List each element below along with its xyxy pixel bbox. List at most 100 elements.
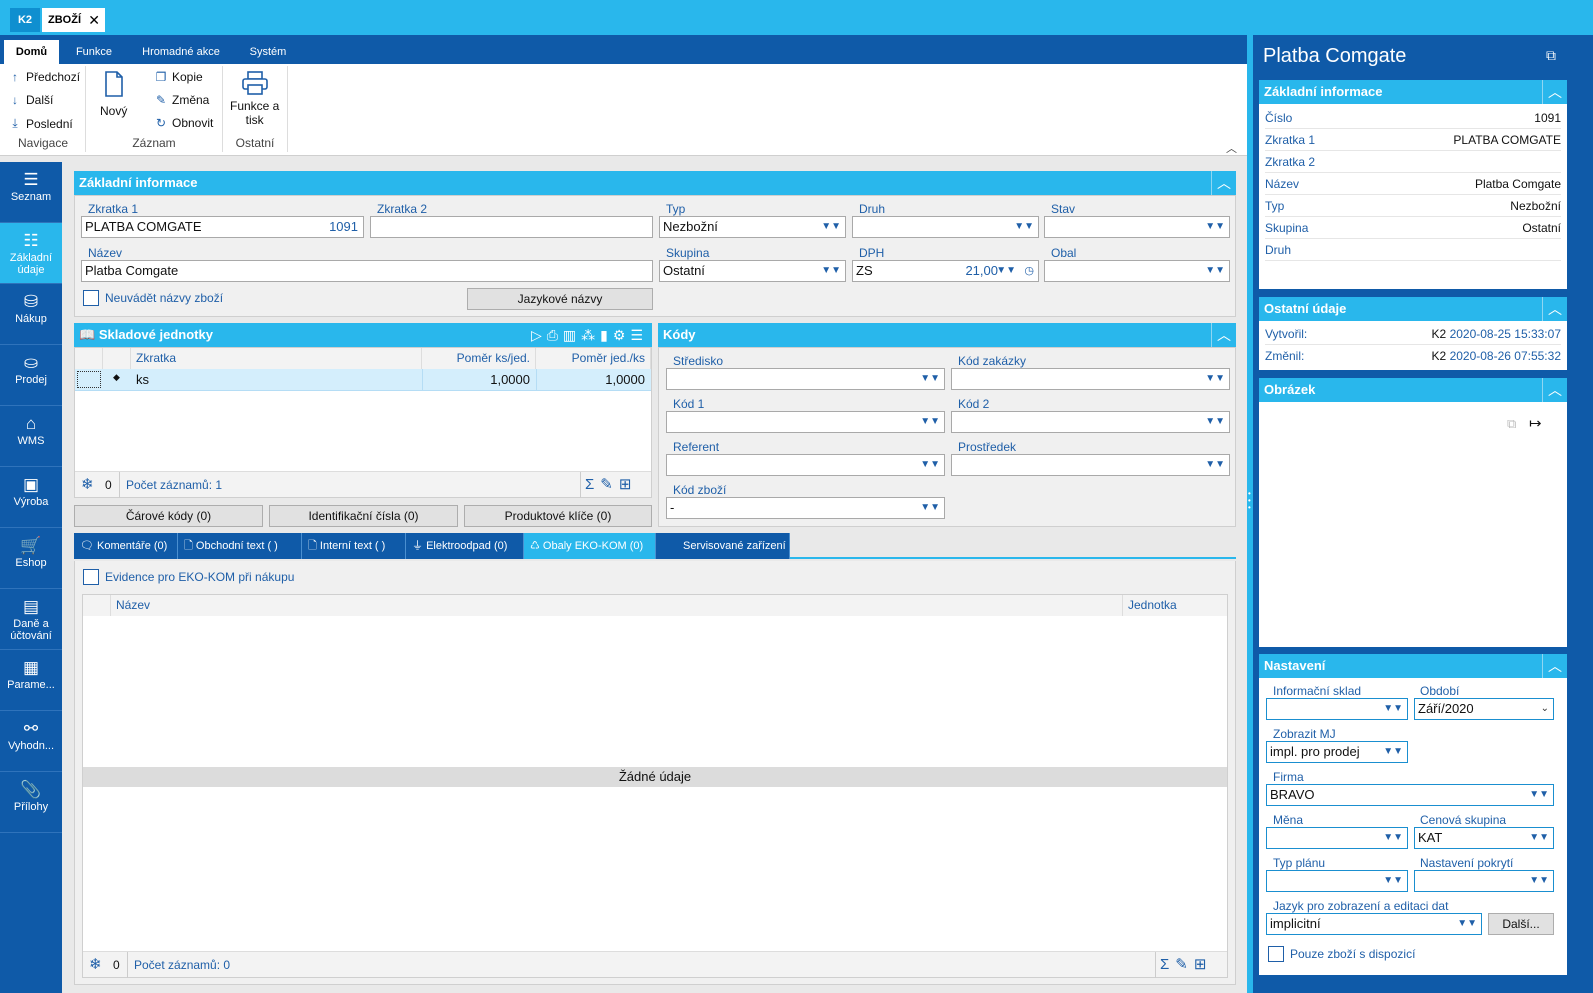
grid-header-zkratka[interactable]: Zkratka — [131, 348, 422, 369]
tab-obaly-ekokom[interactable]: ♺ Obaly EKO-KOM (0) — [524, 533, 656, 559]
tab-elektroodpad[interactable]: ⏚ Elektroodpad (0) — [406, 533, 524, 559]
firma-select[interactable]: BRAVO ▼▼ — [1266, 784, 1554, 806]
right-settings-header[interactable]: Nastavení ︿ — [1259, 654, 1567, 678]
refresh-button[interactable]: ↻ Obnovit — [154, 116, 213, 130]
table-row[interactable]: ◆ ks 1,0000 1,0000 — [75, 369, 651, 391]
nav-item-2[interactable]: ⛁ Nákup — [0, 284, 62, 345]
typ-planu-select[interactable]: ▼▼ — [1266, 870, 1408, 892]
print-button[interactable]: Funkce a tisk — [230, 70, 279, 127]
nav-item-1[interactable]: ☷ Základní údaje — [0, 223, 62, 284]
grid-header-jednotka[interactable]: Jednotka — [1123, 595, 1227, 616]
tab-domu[interactable]: Domů — [4, 40, 59, 64]
last-button[interactable]: ⤓ Poslední — [8, 116, 72, 131]
grid-header-pomer1[interactable]: Poměr ks/jed. — [422, 348, 536, 369]
typ-select[interactable]: Nezbožní ▼▼ — [659, 216, 846, 238]
tab-interni-text[interactable]: 🗋 Interní text ( ) — [302, 533, 406, 559]
chart-icon[interactable]: ▥ — [563, 327, 581, 343]
window-tab-zbozi[interactable]: ZBOŽÍ ✕ — [42, 8, 105, 32]
obdobi-select[interactable]: Září/2020 ⌄ — [1414, 698, 1554, 720]
add-row-icon[interactable]: ⊞ — [1194, 956, 1213, 973]
chevron-up-icon[interactable]: ︿ — [1211, 171, 1236, 195]
splitter-handle[interactable]: • • • — [1248, 490, 1252, 520]
kod2-select[interactable]: ▼▼ — [951, 411, 1230, 433]
copy-button[interactable]: ❐ Kopie — [154, 70, 203, 84]
snowflake-icon[interactable]: ❄ — [81, 472, 94, 498]
identifikacni-cisla-button[interactable]: Identifikační čísla (0) — [269, 505, 458, 527]
play-icon[interactable]: ▷ — [531, 327, 547, 343]
nav-item-0[interactable]: ☰ Seznam — [0, 162, 62, 223]
kod-zakazky-select[interactable]: ▼▼ — [951, 368, 1230, 390]
pencil-icon[interactable]: ✎ — [600, 476, 619, 493]
nav-item-8[interactable]: ▦ Parame... — [0, 650, 62, 711]
cenova-select[interactable]: KAT ▼▼ — [1414, 827, 1554, 849]
gear-icon[interactable]: ⚙ — [613, 327, 631, 343]
produktove-klice-button[interactable]: Produktové klíče (0) — [464, 505, 652, 527]
obal-select[interactable]: ▼▼ — [1044, 260, 1230, 282]
zkratka1-field[interactable]: PLATBA COMGATE 1091 — [81, 216, 364, 238]
snowflake-icon[interactable]: ❄ — [89, 952, 102, 978]
barcode-icon[interactable]: ▮ — [600, 327, 613, 343]
nazev-field[interactable]: Platba Comgate — [81, 260, 653, 282]
nav-item-9[interactable]: ⚯ Vyhodn... — [0, 711, 62, 772]
chevron-up-icon[interactable]: ︿ — [1542, 297, 1567, 321]
right-basic-header[interactable]: Základní informace ︿ — [1259, 80, 1567, 104]
row-select-cell[interactable] — [77, 371, 101, 388]
right-other-header[interactable]: Ostatní údaje ︿ — [1259, 297, 1567, 321]
open-image-icon[interactable]: ⧉ — [1507, 416, 1516, 432]
tab-funkce[interactable]: Funkce — [66, 40, 122, 64]
codes-header[interactable]: Kódy ︿ — [658, 323, 1236, 347]
prev-button[interactable]: ↑ Předchozí — [8, 70, 80, 84]
nav-item-4[interactable]: ⌂ WMS — [0, 406, 62, 467]
pokryti-select[interactable]: ▼▼ — [1414, 870, 1554, 892]
nav-item-6[interactable]: 🛒 Eshop — [0, 528, 62, 589]
grid-header-nazev[interactable]: Název — [111, 595, 1123, 616]
zkratka2-field[interactable] — [370, 216, 653, 238]
tab-hromadne-akce[interactable]: Hromadné akce — [133, 40, 229, 64]
collapse-ribbon-icon[interactable]: ︿ — [1226, 140, 1237, 156]
chevron-up-icon[interactable]: ︿ — [1542, 378, 1567, 402]
chevron-up-icon[interactable]: ︿ — [1542, 80, 1567, 104]
nav-item-3[interactable]: ⛀ Prodej — [0, 345, 62, 406]
nav-item-10[interactable]: 📎 Přílohy — [0, 772, 62, 833]
kod-zbozi-select[interactable]: - ▼▼ — [666, 497, 945, 519]
mena-select[interactable]: ▼▼ — [1266, 827, 1408, 849]
close-icon[interactable]: ✕ — [88, 8, 100, 32]
change-button[interactable]: ✎ Změna — [154, 93, 209, 107]
basic-info-header[interactable]: Základní informace ︿ — [74, 171, 1236, 195]
evidence-ekokom-checkbox[interactable] — [83, 569, 99, 585]
nav-item-5[interactable]: ▣ Výroba — [0, 467, 62, 528]
tab-obchodni-text[interactable]: 🗋 Obchodní text ( ) — [178, 533, 302, 559]
sum-icon[interactable]: Σ — [1160, 956, 1175, 973]
pouze-dispozice-checkbox[interactable] — [1268, 946, 1284, 962]
right-image-header[interactable]: Obrázek ︿ — [1259, 378, 1567, 402]
dph-select[interactable]: ZS 21,00 ▼▼ ◷ — [852, 260, 1039, 282]
carove-kody-button[interactable]: Čárové kódy (0) — [74, 505, 263, 527]
new-button[interactable]: Nový — [100, 70, 127, 118]
kod1-select[interactable]: ▼▼ — [666, 411, 945, 433]
pencil-icon[interactable]: ✎ — [1175, 956, 1194, 973]
skupina-select[interactable]: Ostatní ▼▼ — [659, 260, 846, 282]
info-sklad-select[interactable]: ▼▼ — [1266, 698, 1408, 720]
next-button[interactable]: ↓ Další — [8, 93, 53, 107]
zobrazit-mj-select[interactable]: impl. pro prodej ▼▼ — [1266, 741, 1408, 763]
jazykove-nazvy-button[interactable]: Jazykové názvy — [467, 288, 653, 310]
tab-servisovane-zarizeni[interactable]: Servisované zařízení — [656, 533, 790, 559]
prostredek-select[interactable]: ▼▼ — [951, 454, 1230, 476]
printer-icon[interactable]: ⎙ — [547, 327, 563, 343]
jazyk-select[interactable]: implicitní ▼▼ — [1266, 913, 1482, 935]
cluster-icon[interactable]: ⁂ — [581, 327, 600, 343]
neuvadet-checkbox[interactable] — [83, 290, 99, 306]
chevron-up-icon[interactable]: ︿ — [1542, 654, 1567, 678]
stav-select[interactable]: ▼▼ — [1044, 216, 1230, 238]
window-tab-k2[interactable]: K2 — [10, 8, 40, 32]
sum-icon[interactable]: Σ — [585, 476, 600, 493]
chevron-up-icon[interactable]: ︿ — [1211, 323, 1236, 347]
grid-header-pomer2[interactable]: Poměr jed./ks — [536, 348, 651, 369]
fit-width-icon[interactable]: ↦ — [1529, 414, 1542, 432]
popout-icon[interactable]: ⧉ — [1546, 47, 1556, 64]
dalsi-button[interactable]: Další... — [1488, 913, 1554, 935]
tab-komentare[interactable]: 🗨 Komentáře (0) — [74, 533, 178, 559]
druh-select[interactable]: ▼▼ — [852, 216, 1039, 238]
add-row-icon[interactable]: ⊞ — [619, 476, 638, 493]
clock-icon[interactable]: ◷ — [1024, 261, 1034, 281]
